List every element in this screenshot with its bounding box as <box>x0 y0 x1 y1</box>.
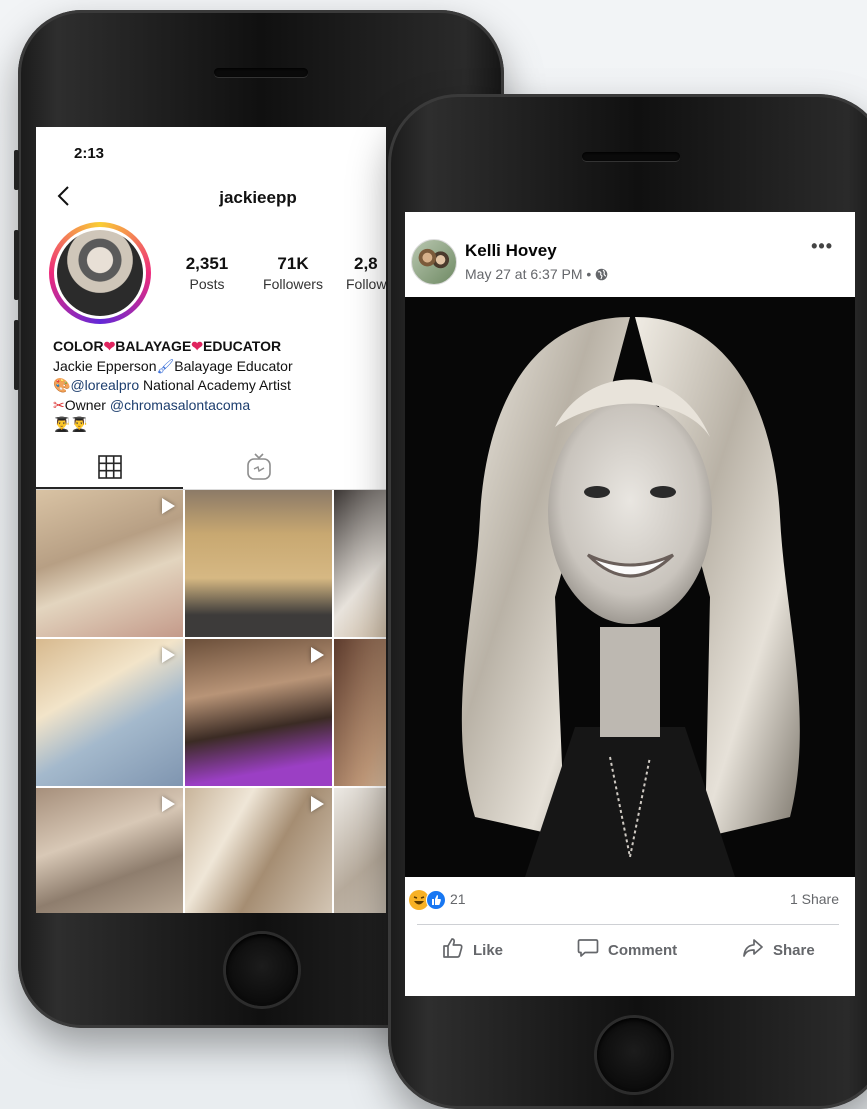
actions-divider <box>417 924 839 925</box>
video-icon <box>311 796 324 812</box>
post-meta: May 27 at 6:37 PM • <box>465 266 608 284</box>
post-photo[interactable] <box>405 297 855 877</box>
stat-posts[interactable]: 2,351 Posts <box>176 254 238 292</box>
mention-lorealpro[interactable]: @lorealpro <box>70 377 139 393</box>
share-button[interactable]: Share <box>741 936 815 964</box>
profile-username: jackieepp <box>219 188 297 207</box>
share-arrow-icon <box>741 936 765 964</box>
student-icon: 👨‍🎓 <box>53 416 71 432</box>
more-options-icon[interactable]: ••• <box>811 236 833 257</box>
author-avatar[interactable] <box>411 239 457 285</box>
heart-icon: ❤ <box>191 338 204 354</box>
profile-bio: COLOR❤BALAYAGE❤EDUCATOR Jackie Epperson🖌… <box>53 337 383 435</box>
grid-post[interactable] <box>36 490 183 637</box>
grid-post[interactable] <box>334 639 386 786</box>
volume-button <box>14 320 19 390</box>
reactions-count[interactable]: 21 <box>450 891 466 907</box>
grid-post[interactable] <box>36 788 183 913</box>
grid-post[interactable] <box>334 788 386 913</box>
video-icon <box>162 647 175 663</box>
grid-post[interactable] <box>185 788 332 913</box>
grid-post[interactable] <box>185 490 332 637</box>
like-reaction-icon <box>426 890 446 910</box>
thumbs-up-icon <box>441 936 465 964</box>
bio-line-name: Jackie Epperson🖌Balayage Educator <box>53 357 293 374</box>
post-timestamp[interactable]: May 27 at 6:37 PM <box>465 266 583 282</box>
post-author[interactable]: Kelli Hovey <box>465 241 557 261</box>
bio-line-owner: ✂Owner @chromasalontacoma <box>53 396 251 413</box>
home-button[interactable] <box>226 934 298 1006</box>
palette-icon: 🎨 <box>53 377 71 393</box>
grid-post[interactable] <box>36 639 183 786</box>
profile-avatar[interactable] <box>49 222 151 324</box>
volume-button <box>14 230 19 300</box>
stat-followers[interactable]: 71K Followers <box>258 254 328 292</box>
student-icon: 👨‍🎓 <box>70 416 88 432</box>
video-icon <box>311 647 324 663</box>
video-icon <box>162 498 175 514</box>
heart-icon: ❤ <box>103 338 116 354</box>
earpiece-speaker <box>214 68 308 77</box>
globe-icon <box>595 268 608 284</box>
facebook-post-screen: Kelli Hovey May 27 at 6:37 PM • ••• 21 1… <box>405 212 855 996</box>
status-time: 2:13 <box>74 145 105 162</box>
home-button[interactable] <box>597 1018 671 1092</box>
earpiece-speaker <box>582 152 680 161</box>
mention-chromasalontacoma[interactable]: @chromasalontacoma <box>110 397 250 413</box>
like-button[interactable]: Like <box>441 936 503 964</box>
scissors-icon: ✂ <box>53 396 65 413</box>
grid-tab-icon[interactable] <box>98 455 122 484</box>
shares-count[interactable]: 1 Share <box>790 891 839 907</box>
bio-line-loreal: 🎨@lorealpro National Academy Artist <box>53 377 291 393</box>
stat-following[interactable]: 2,8 Follow <box>344 254 386 292</box>
comment-button[interactable]: Comment <box>576 936 677 964</box>
grid-post[interactable] <box>334 490 386 637</box>
comment-icon <box>576 936 600 964</box>
paintbrush-icon: 🖌 <box>156 357 175 374</box>
igtv-tab-icon[interactable] <box>246 453 272 486</box>
video-icon <box>162 796 175 812</box>
bio-title: COLOR❤BALAYAGE❤EDUCATOR <box>53 338 282 354</box>
bio-emoji-line: 👨‍🎓👨‍🎓 <box>53 415 383 435</box>
active-tab-indicator <box>36 487 183 489</box>
grid-post[interactable] <box>185 639 332 786</box>
instagram-profile-screen: 2:13 jackieepp 2,351 Posts 71K Followers… <box>36 127 386 913</box>
volume-button <box>14 150 19 190</box>
profile-tabs <box>36 445 386 490</box>
